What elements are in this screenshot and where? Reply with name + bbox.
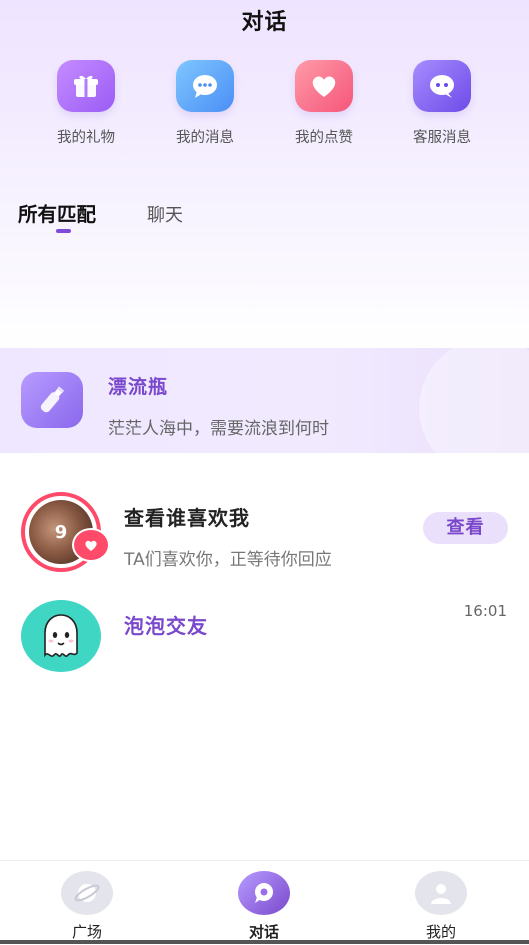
bottle-icon [21, 372, 83, 428]
quick-action-messages[interactable]: 我的消息 [150, 60, 260, 147]
quick-action-service[interactable]: 客服消息 [387, 60, 497, 147]
header-background [0, 0, 529, 350]
drift-bottle-card[interactable]: 漂流瓶 茫茫人海中，需要流浪到何时 [0, 348, 529, 453]
heart-icon [295, 60, 353, 112]
heart-icon [72, 528, 110, 562]
conversation-title: 查看谁喜欢我 [124, 506, 250, 530]
conversation-time: 16:01 [463, 602, 507, 620]
view-button[interactable]: 查看 [423, 512, 508, 544]
chat-icon [238, 871, 290, 915]
tabbar-item-mine[interactable]: 我的 [391, 871, 491, 942]
profile-icon [415, 871, 467, 915]
quick-action-label: 客服消息 [413, 130, 471, 146]
bottom-tab-bar: 广场 对话 我的 [0, 860, 529, 945]
drift-bottle-subtitle: 茫茫人海中，需要流浪到何时 [108, 419, 329, 439]
quick-action-label: 我的点赞 [295, 130, 353, 146]
tabbar-label: 对话 [248, 923, 279, 941]
home-indicator-bar [0, 940, 529, 944]
conversation-who-likes-me[interactable]: 9 查看谁喜欢我 TA们喜欢你，正等待你回应 查看 [0, 492, 529, 582]
quick-action-label: 我的礼物 [57, 130, 115, 146]
quick-action-gifts[interactable]: 我的礼物 [31, 60, 141, 147]
conversation-tabs: 所有匹配 聊天 [0, 198, 529, 238]
planet-icon [61, 871, 113, 915]
tab-chat[interactable]: 聊天 [147, 201, 183, 227]
service-chat-icon [413, 60, 471, 112]
active-tab-indicator [56, 229, 71, 233]
tabbar-label: 广场 [71, 923, 102, 941]
quick-action-label: 我的消息 [176, 130, 234, 146]
ghost-icon [21, 600, 101, 672]
quick-actions: 我的礼物 我的消息 我的点赞 客服消息 [0, 60, 529, 160]
decorative-bubble [419, 348, 529, 453]
drift-bottle-title: 漂流瓶 [108, 376, 169, 398]
tabbar-item-chat[interactable]: 对话 [214, 871, 314, 942]
tabbar-label: 我的 [425, 923, 456, 941]
chat-bubble-icon [176, 60, 234, 112]
conversation-title: 泡泡交友 [124, 614, 208, 638]
page-title: 对话 [241, 10, 288, 35]
conversation-paopao[interactable]: 泡泡交友 16:01 [0, 600, 529, 690]
tab-all-matches[interactable]: 所有匹配 [18, 198, 96, 227]
quick-action-likes[interactable]: 我的点赞 [269, 60, 379, 147]
gift-icon [57, 60, 115, 112]
tabbar-item-plaza[interactable]: 广场 [37, 871, 137, 942]
conversation-subtitle: TA们喜欢你，正等待你回应 [124, 550, 332, 570]
